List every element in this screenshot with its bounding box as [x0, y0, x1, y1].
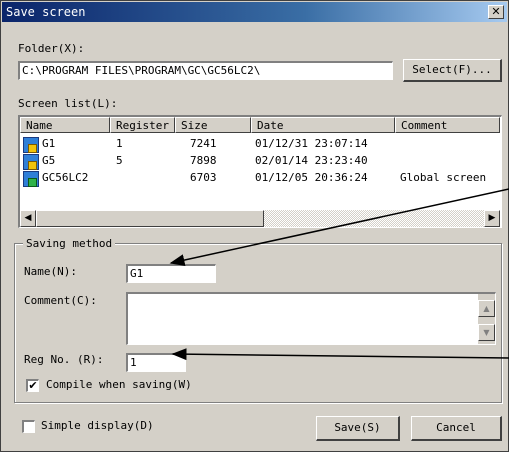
column-header-size[interactable]: Size	[175, 117, 251, 133]
name-label: Name(N):	[24, 265, 77, 278]
screen-list-row[interactable]: G5 5 7898 02/01/14 23:23:40	[20, 152, 500, 170]
folder-path-field[interactable]: C:\PROGRAM FILES\PROGRAM\GC\GC56LC2\	[18, 61, 393, 80]
row-register: 1	[116, 137, 123, 150]
screen-icon	[23, 154, 39, 170]
compile-checkbox[interactable]: ✔	[26, 379, 39, 392]
regno-input[interactable]: 1	[126, 353, 186, 372]
screen-list-row[interactable]: G1 1 7241 01/12/31 23:07:14	[20, 135, 500, 153]
column-header-register[interactable]: Register	[110, 117, 175, 133]
close-button[interactable]: ✕	[488, 5, 504, 19]
comment-textarea[interactable]: ▲ ▼	[126, 292, 496, 345]
comment-scrollbar[interactable]: ▲ ▼	[478, 294, 495, 344]
row-name: G5	[42, 154, 56, 167]
screen-icon	[23, 137, 39, 153]
row-date: 01/12/05 20:36:24	[255, 171, 368, 184]
row-name: G1	[42, 137, 56, 150]
scroll-thumb[interactable]	[36, 210, 264, 227]
regno-label: Reg No. (R):	[24, 353, 104, 366]
row-size: 6703	[190, 171, 217, 184]
simple-display-label[interactable]: Simple display(D)	[41, 419, 154, 432]
row-size: 7898	[190, 154, 217, 167]
compile-label[interactable]: Compile when saving(W)	[46, 378, 192, 391]
scroll-right-button[interactable]: ▶	[484, 210, 500, 227]
select-folder-button[interactable]: Select(F)...	[403, 59, 502, 82]
column-header-date[interactable]: Date	[251, 117, 395, 133]
scroll-left-button[interactable]: ◀	[20, 210, 36, 227]
global-screen-icon	[23, 171, 39, 187]
comment-label: Comment(C):	[24, 294, 97, 307]
row-register: 5	[116, 154, 123, 167]
save-screen-dialog: Save screen ✕ Folder(X): C:\PROGRAM FILE…	[0, 0, 509, 452]
screen-list-row[interactable]: GC56LC2 6703 01/12/05 20:36:24 Global sc…	[20, 169, 500, 187]
screen-list-header: Name Register Size Date Comment	[20, 117, 500, 133]
name-input[interactable]: G1	[126, 264, 216, 283]
row-comment: Global screen	[400, 171, 487, 184]
row-date: 02/01/14 23:23:40	[255, 154, 368, 167]
row-size: 7241	[190, 137, 217, 150]
folder-label: Folder(X):	[18, 42, 85, 55]
horizontal-scrollbar[interactable]: ◀ ▶	[20, 210, 500, 227]
screen-list-label: Screen list(L):	[18, 97, 118, 110]
saving-method-title: Saving method	[23, 237, 116, 250]
save-button[interactable]: Save(S)	[316, 416, 400, 441]
window-title: Save screen	[6, 5, 86, 19]
scroll-up-button[interactable]: ▲	[478, 300, 495, 317]
column-header-name[interactable]: Name	[20, 117, 110, 133]
row-name: GC56LC2	[42, 171, 89, 184]
screen-list[interactable]: Name Register Size Date Comment G1 1 724…	[18, 115, 502, 228]
cancel-button[interactable]: Cancel	[411, 416, 502, 441]
simple-display-checkbox[interactable]	[22, 420, 35, 433]
row-date: 01/12/31 23:07:14	[255, 137, 368, 150]
scroll-down-button[interactable]: ▼	[478, 324, 495, 341]
title-bar[interactable]: Save screen ✕	[2, 2, 507, 22]
column-header-comment[interactable]: Comment	[395, 117, 500, 133]
